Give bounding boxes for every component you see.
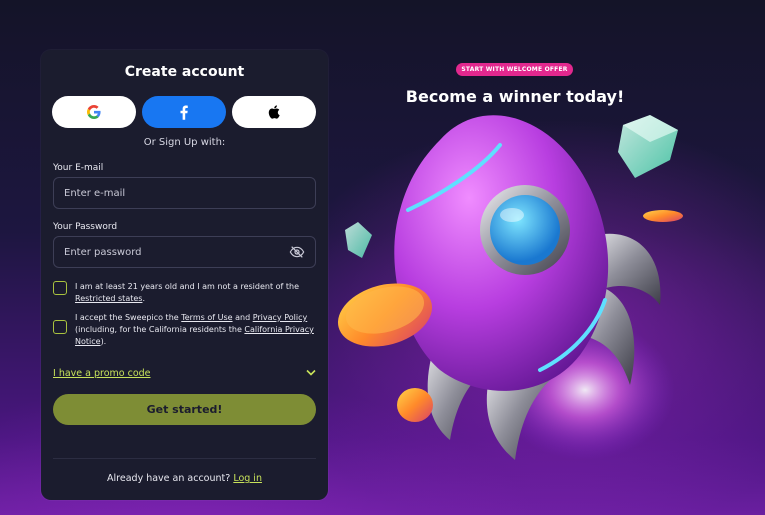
password-field-wrapper: [53, 236, 316, 268]
login-link[interactable]: Log in: [233, 473, 262, 484]
coin: [397, 388, 433, 422]
or-signup-text: Or Sign Up with:: [143, 137, 226, 148]
apple-signup-button[interactable]: [232, 96, 316, 128]
gem: [345, 222, 372, 258]
divider: [53, 458, 316, 459]
age-confirm-text: I am at least 21 years old and I am not …: [75, 282, 300, 303]
google-signup-button[interactable]: [52, 96, 136, 128]
facebook-signup-button[interactable]: [142, 96, 226, 128]
welcome-offer-badge: START WITH WELCOME OFFER: [456, 63, 573, 76]
google-icon: [87, 105, 101, 119]
password-label: Your Password: [53, 222, 118, 232]
coin: [643, 210, 683, 222]
chevron-down-icon[interactable]: [306, 369, 316, 377]
age-confirm-checkbox[interactable]: [53, 281, 67, 295]
terms-confirm-text: I accept the Sweepico the Terms of Use a…: [75, 313, 314, 346]
apple-icon: [268, 105, 280, 119]
restricted-states-link[interactable]: Restricted states: [75, 294, 142, 303]
email-field-wrapper: [53, 177, 316, 209]
email-input[interactable]: [64, 187, 305, 199]
email-label: Your E-mail: [53, 163, 104, 173]
card-title: Create account: [124, 64, 245, 80]
login-prompt: Already have an account? Log in: [107, 473, 262, 484]
password-input[interactable]: [64, 246, 289, 258]
eye-slash-icon[interactable]: [289, 246, 305, 258]
signup-card: Create account Or Sign Up with: Your E-m…: [41, 50, 328, 500]
age-confirm-row: I am at least 21 years old and I am not …: [53, 281, 318, 305]
terms-confirm-checkbox[interactable]: [53, 320, 67, 334]
terms-of-use-link[interactable]: Terms of Use: [181, 313, 232, 322]
terms-confirm-row: I accept the Sweepico the Terms of Use a…: [53, 312, 318, 348]
get-started-button[interactable]: Get started!: [53, 394, 316, 425]
rocket-window: [490, 195, 560, 265]
facebook-icon: [180, 104, 188, 120]
privacy-policy-link[interactable]: Privacy Policy: [253, 313, 308, 322]
promo-code-toggle[interactable]: I have a promo code: [53, 366, 316, 380]
rocket-illustration: [337, 115, 683, 460]
promo-code-link[interactable]: I have a promo code: [53, 368, 151, 379]
